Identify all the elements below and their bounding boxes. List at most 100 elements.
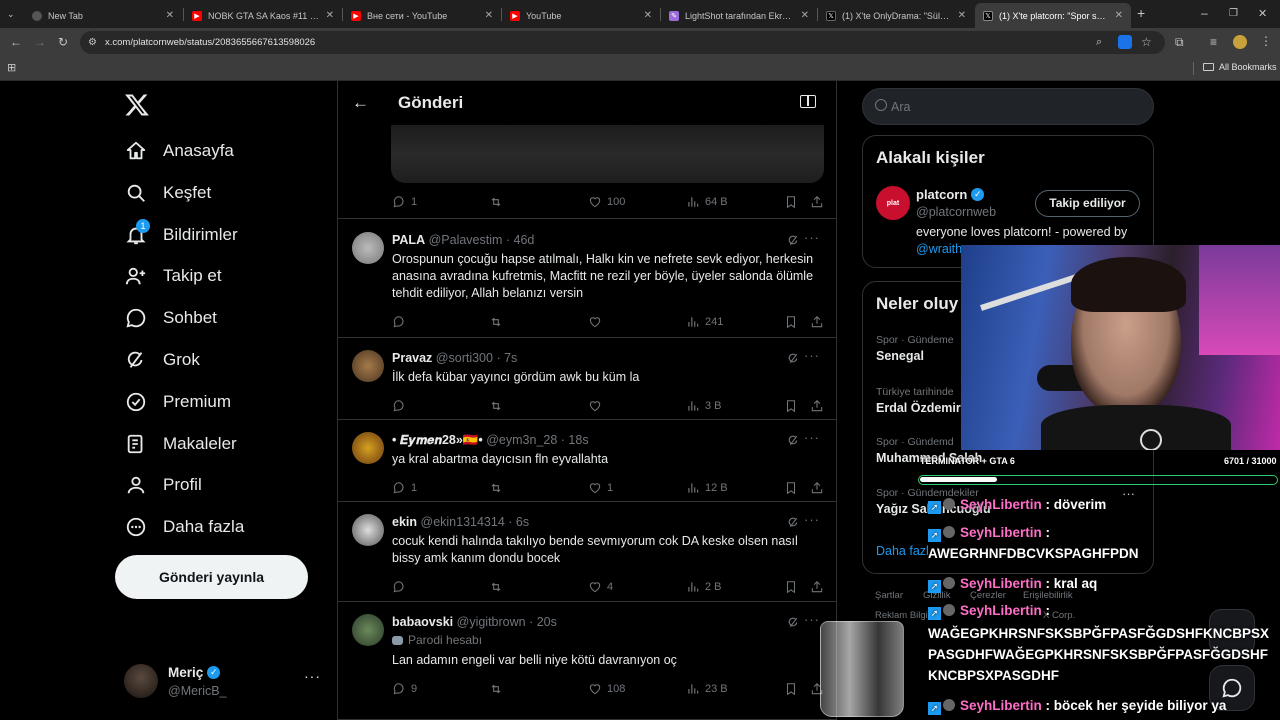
all-bookmarks[interactable]: All Bookmarks	[1203, 62, 1277, 72]
close-icon[interactable]: ✕	[1115, 10, 1123, 21]
reply-post[interactable]: • 𝑬𝒚𝒎𝒆𝒏28»🇪🇸• @eym3n_28 · 18s ··· ya kral …	[338, 420, 836, 502]
bookmark-star-icon[interactable]: ☆	[1141, 36, 1152, 48]
tab-search-icon[interactable]: ⌄	[7, 8, 15, 20]
views-button[interactable]: 2 B	[686, 580, 722, 594]
window-close-icon[interactable]: ✕	[1258, 8, 1267, 20]
trend-item[interactable]: Türkiye tarihinde Erdal Özdemir	[876, 386, 961, 415]
like-button[interactable]: 1	[588, 481, 613, 495]
author-name[interactable]: Pravaz	[392, 351, 432, 365]
url-text[interactable]: x.com/platcornweb/status/208365566761359…	[105, 37, 315, 48]
close-icon[interactable]: ✕	[326, 10, 334, 21]
profile-icon[interactable]	[1233, 35, 1247, 49]
menu-kebab-icon[interactable]: ⋮	[1260, 35, 1272, 47]
tab-new[interactable]: New Tab ✕	[24, 3, 182, 28]
nav-item-follow[interactable]: Takip et	[124, 261, 222, 291]
close-icon[interactable]: ✕	[644, 10, 652, 21]
account-switcher[interactable]: Meriç ✓ @MericB_ ···	[118, 658, 328, 706]
views-button[interactable]: 3 B	[686, 399, 722, 413]
search-input[interactable]: Ara	[891, 100, 910, 114]
author-name[interactable]: babaovski	[392, 615, 453, 629]
reply-post[interactable]: PALA @Palavestim · 46d ··· Orospunun çocuğ…	[338, 220, 836, 338]
author-name[interactable]: PALA	[392, 233, 425, 247]
post-time[interactable]: 18s	[568, 433, 588, 447]
tab-youtube-1[interactable]: ▶NOBK GTA SA Kaos #11 - YouTube✕	[184, 3, 342, 28]
share-button[interactable]	[810, 399, 824, 413]
reload-icon[interactable]: ↻	[58, 36, 68, 48]
avatar[interactable]	[352, 514, 384, 546]
reply-button[interactable]	[392, 315, 411, 329]
back-arrow-icon[interactable]: ←	[352, 93, 369, 113]
repost-button[interactable]	[489, 399, 503, 413]
nav-item-search[interactable]: Keşfet	[124, 178, 211, 208]
post-time[interactable]: 6s	[516, 515, 529, 529]
reply-button[interactable]: 9	[392, 682, 417, 696]
share-button[interactable]	[810, 580, 824, 594]
maximize-icon[interactable]: ❐	[1229, 8, 1238, 20]
nav-item-more[interactable]: Daha fazla	[124, 512, 244, 542]
apps-grid-icon[interactable]: ⊞	[7, 62, 16, 74]
avatar[interactable]	[352, 614, 384, 646]
tab-x-platcorn[interactable]: 𝕏(1) X'te platcorn: "Spor salonun✕	[975, 3, 1131, 28]
embedded-media[interactable]	[391, 125, 824, 183]
post-time[interactable]: 7s	[504, 351, 517, 365]
more-options-icon[interactable]: ···	[804, 348, 820, 363]
reply-post[interactable]: Pravaz @sorti300 · 7s ··· İlk defa kübar y…	[338, 338, 836, 420]
tab-lightshot[interactable]: ✎LightShot tarafından Ekran Görüntüsü✕	[661, 3, 817, 28]
author-handle[interactable]: @yigitbrown	[457, 615, 526, 629]
repost-button[interactable]	[489, 682, 503, 696]
minimize-icon[interactable]: –	[1201, 7, 1208, 19]
reader-mode-icon[interactable]	[800, 95, 816, 108]
author-name[interactable]: • 𝑬𝒚𝒎𝒆𝒏28»🇪🇸•	[392, 433, 483, 447]
tab-x-onlydrama[interactable]: 𝕏(1) X'te OnlyDrama: "Süleyman✕	[818, 3, 974, 28]
author-handle[interactable]: @sorti300	[436, 351, 493, 365]
nav-item-home[interactable]: Anasayfa	[124, 136, 234, 166]
post-time[interactable]: 46d	[514, 233, 535, 247]
new-tab-icon[interactable]: +	[1137, 6, 1145, 20]
more-options-icon[interactable]: ···	[804, 612, 820, 627]
share-button[interactable]	[810, 315, 824, 329]
nav-item-articles[interactable]: Makaleler	[124, 429, 237, 459]
extension-active-icon[interactable]	[1118, 35, 1132, 49]
close-icon[interactable]: ✕	[485, 10, 493, 21]
bookmark-button[interactable]	[784, 580, 798, 594]
share-button[interactable]	[810, 195, 824, 209]
bookmark-button[interactable]	[784, 195, 798, 209]
address-bar[interactable]: ⚙ x.com/platcornweb/status/2083655667613…	[80, 31, 1165, 54]
avatar[interactable]	[352, 232, 384, 264]
nav-item-grok[interactable]: Grok	[124, 345, 200, 375]
share-button[interactable]	[810, 481, 824, 495]
reply-post[interactable]: babaovski @yigitbrown · 20s ··· Parodi hes…	[338, 602, 836, 720]
avatar[interactable]	[352, 350, 384, 382]
views-button[interactable]: 241	[686, 315, 723, 329]
extensions-icon[interactable]: ⧉	[1175, 36, 1184, 48]
post-time[interactable]: 20s	[537, 615, 557, 629]
reply-button[interactable]: 1	[392, 481, 417, 495]
search-box[interactable]: Ara	[862, 88, 1154, 125]
author-handle[interactable]: @eym3n_28	[486, 433, 557, 447]
more-options-icon[interactable]: ···	[804, 512, 820, 527]
following-button[interactable]: Takip ediliyor	[1035, 190, 1140, 217]
more-icon[interactable]: ···	[304, 668, 321, 684]
author-handle[interactable]: @ekin1314314	[421, 515, 505, 529]
tab-youtube-2[interactable]: ▶ Вне сети - YouTube ✕	[343, 3, 501, 28]
like-button[interactable]	[588, 399, 607, 413]
related-bio-link[interactable]: @wraith	[916, 242, 962, 256]
bookmark-button[interactable]	[784, 682, 798, 696]
author-name[interactable]: ekin	[392, 515, 417, 529]
reply-button[interactable]	[392, 580, 411, 594]
zoom-icon[interactable]: ⌕	[1096, 36, 1102, 48]
close-icon[interactable]: ✕	[166, 10, 174, 21]
trend-item[interactable]: Spor · Gündeme Senegal	[876, 334, 954, 363]
like-button[interactable]: 108	[588, 682, 625, 696]
avatar[interactable]	[352, 432, 384, 464]
back-icon[interactable]: ←	[10, 36, 22, 48]
close-icon[interactable]: ✕	[958, 10, 966, 21]
close-icon[interactable]: ✕	[801, 10, 809, 21]
author-handle[interactable]: @Palavestim	[429, 233, 503, 247]
reading-list-icon[interactable]: ≡	[1210, 36, 1217, 48]
views-button[interactable]: 64 B	[686, 195, 728, 209]
tab-youtube-3[interactable]: ▶ YouTube ✕	[502, 3, 660, 28]
more-options-icon[interactable]: ···	[804, 430, 820, 445]
repost-button[interactable]	[489, 580, 503, 594]
repost-button[interactable]	[489, 481, 503, 495]
